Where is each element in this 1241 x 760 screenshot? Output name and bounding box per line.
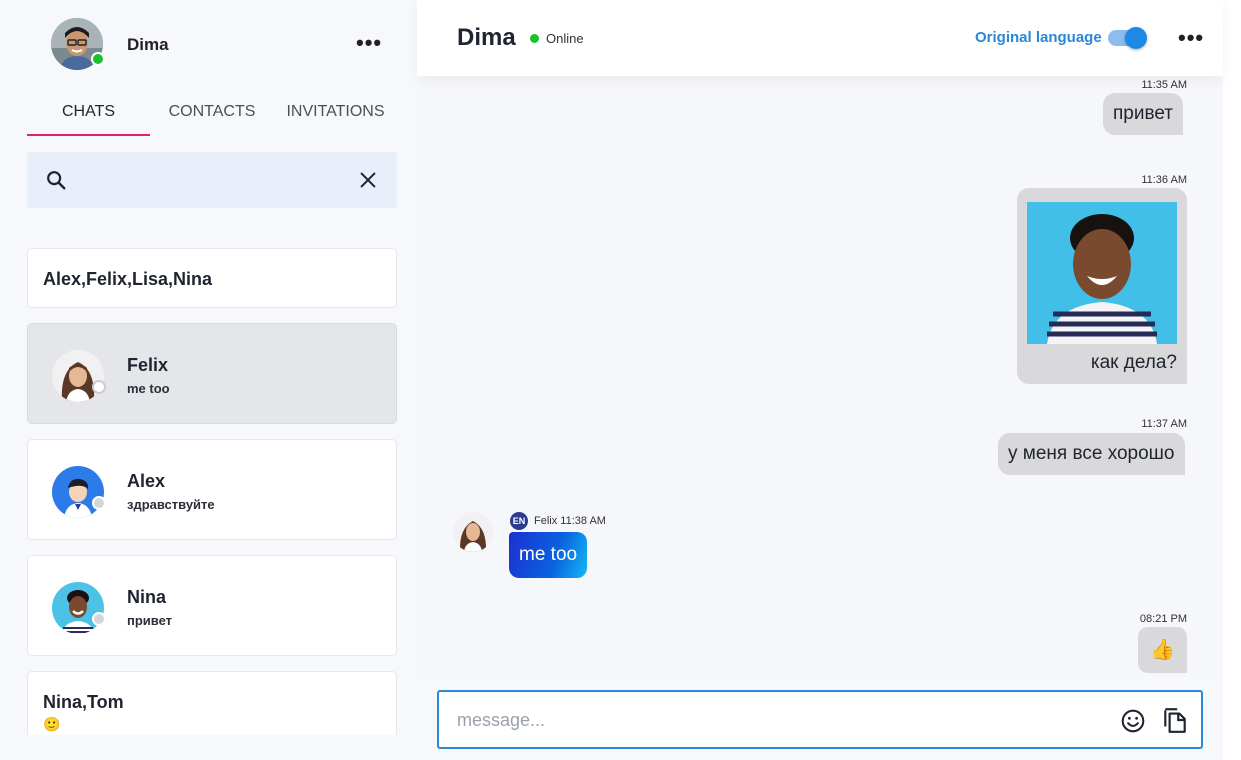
message-bubble-incoming[interactable]: me too bbox=[509, 532, 588, 578]
tab-contacts[interactable]: CONTACTS bbox=[150, 100, 274, 136]
online-status-dot bbox=[530, 34, 539, 43]
chat-last-message: me too bbox=[127, 381, 170, 396]
search-icon bbox=[47, 171, 66, 190]
sidebar: Dima ••• CHATS CONTACTS INVITATIONS Alex… bbox=[0, 0, 417, 760]
window-edge bbox=[1223, 0, 1241, 760]
chat-name: Nina bbox=[127, 587, 167, 607]
message-time: 11:35 AM bbox=[1141, 79, 1187, 91]
more-horizontal-icon[interactable]: ••• bbox=[356, 32, 382, 54]
avatar bbox=[52, 466, 106, 518]
chat-item-group-nina-tom[interactable]: Nina,Tom 🙂 bbox=[27, 671, 397, 735]
profile-name: Dima bbox=[127, 35, 169, 54]
original-language-toggle[interactable] bbox=[1108, 27, 1147, 49]
original-language-label: Original language bbox=[975, 29, 1102, 46]
language-badge: EN bbox=[510, 512, 528, 530]
avatar bbox=[52, 582, 106, 634]
emoji-icon[interactable] bbox=[1120, 708, 1146, 734]
chat-last-message: привет bbox=[127, 613, 173, 628]
message-caption: как дела? bbox=[1090, 352, 1177, 373]
chat-name: Alex bbox=[127, 471, 166, 491]
conversation-title: Dima bbox=[457, 24, 516, 51]
online-status-dot bbox=[91, 52, 105, 66]
avatar bbox=[453, 512, 493, 552]
message-bubble-outgoing-image[interactable]: как дела? bbox=[1017, 188, 1187, 384]
search-input[interactable] bbox=[79, 166, 339, 194]
message-bubble-outgoing[interactable]: привет bbox=[1103, 93, 1183, 135]
more-horizontal-icon[interactable]: ••• bbox=[1178, 27, 1204, 49]
copy-files-icon[interactable] bbox=[1162, 706, 1188, 734]
chat-item-felix[interactable]: Felix me too bbox=[27, 323, 397, 424]
chat-item-alex[interactable]: Alex здравствуйте bbox=[27, 439, 397, 540]
status-text: Online bbox=[546, 31, 584, 46]
chat-item-group-alex-felix-lisa-nina[interactable]: Alex,Felix,Lisa,Nina bbox=[27, 248, 397, 308]
avatar bbox=[52, 350, 106, 402]
chat-title: Nina,Tom bbox=[43, 692, 124, 712]
toggle-knob bbox=[1125, 27, 1147, 49]
close-icon[interactable] bbox=[357, 169, 379, 191]
message-time: 11:37 AM bbox=[1141, 418, 1187, 430]
message-input[interactable] bbox=[457, 706, 1097, 734]
message-meta: Felix 11:38 AM bbox=[534, 515, 606, 527]
message-time: 08:21 PM bbox=[1139, 613, 1187, 625]
offline-status-dot bbox=[92, 612, 106, 626]
message-image[interactable] bbox=[1027, 202, 1177, 344]
conversation-panel: Dima Online Original language ••• 11:35 … bbox=[417, 0, 1223, 760]
offline-status-dot bbox=[92, 496, 106, 510]
message-area: 11:35 AM привет 11:36 AM как дела? 11:37… bbox=[417, 76, 1223, 676]
message-composer bbox=[437, 690, 1203, 749]
conversation-header: Dima Online Original language ••• bbox=[417, 0, 1223, 76]
tab-chats[interactable]: CHATS bbox=[27, 100, 150, 136]
chat-item-nina[interactable]: Nina привет bbox=[27, 555, 397, 656]
offline-status-dot bbox=[92, 380, 106, 394]
chat-title: Alex,Felix,Lisa,Nina bbox=[43, 269, 213, 289]
search-box[interactable] bbox=[27, 152, 397, 208]
chat-last-message: здравствуйте bbox=[127, 497, 215, 512]
message-time: 11:38 AM bbox=[560, 515, 606, 527]
message-bubble-outgoing[interactable]: у меня все хорошо bbox=[998, 433, 1185, 475]
tab-invitations[interactable]: INVITATIONS bbox=[274, 100, 397, 136]
chat-last-message: 🙂 bbox=[43, 716, 61, 732]
chat-name: Felix bbox=[127, 355, 169, 375]
user-profile[interactable] bbox=[51, 18, 105, 70]
message-sender: Felix bbox=[534, 515, 558, 527]
chat-app: Dima ••• CHATS CONTACTS INVITATIONS Alex… bbox=[0, 0, 1241, 760]
message-time: 11:36 AM bbox=[1141, 174, 1187, 186]
message-list[interactable]: 11:35 AM привет 11:36 AM как дела? 11:37… bbox=[417, 76, 1223, 676]
sidebar-tabs: CHATS CONTACTS INVITATIONS bbox=[27, 100, 397, 136]
message-bubble-outgoing[interactable]: 👍 bbox=[1138, 627, 1187, 673]
